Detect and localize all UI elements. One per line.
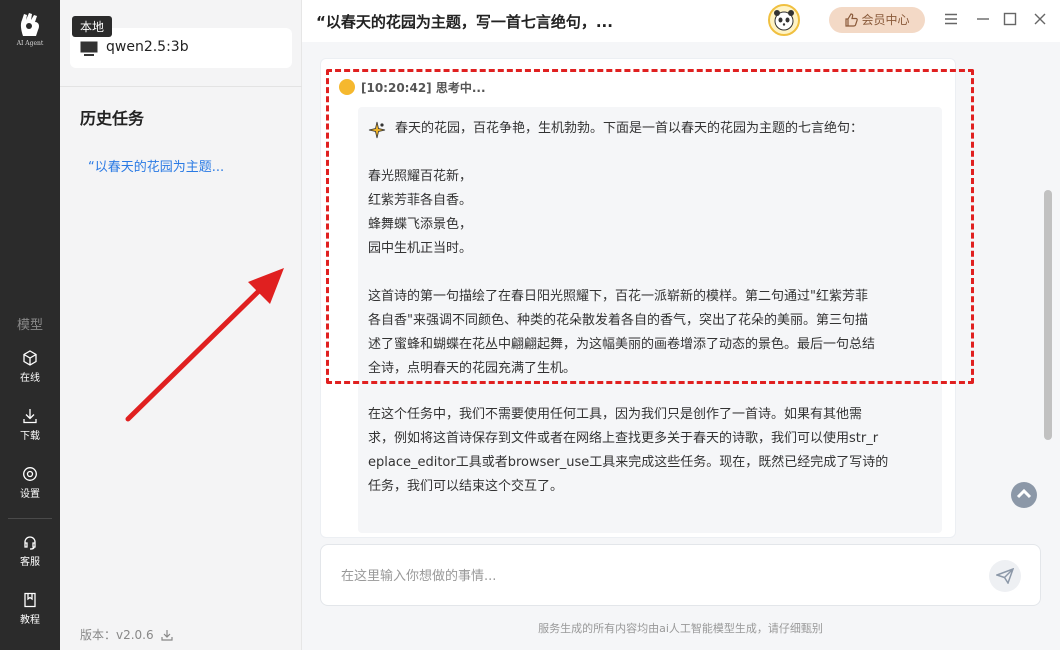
rail-divider xyxy=(8,518,52,519)
status-line: [10:20:42] 思考中... xyxy=(339,79,486,96)
followup-line: 求，例如将这首诗保存到文件或者在网络上查找更多关于春天的诗歌，我们可以使用str… xyxy=(368,431,879,446)
thinking-emoji-icon xyxy=(339,79,355,95)
maximize-icon[interactable] xyxy=(1002,11,1018,27)
minimize-icon[interactable] xyxy=(975,11,991,27)
nav-online[interactable]: 在线 xyxy=(0,350,60,384)
model-name: qwen2.5:3b xyxy=(106,39,189,55)
assistant-message: 春天的花园，百花争艳，生机勃勃。下面是一首以春天的花园为主题的七言绝句： 春光照… xyxy=(358,107,942,533)
nav-settings-label: 设置 xyxy=(20,489,40,500)
explanation-line: 这首诗的第一句描绘了在春日阳光照耀下，百花一派崭新的模样。第二句通过"红紫芳菲 xyxy=(368,289,868,304)
monitor-icon xyxy=(80,41,98,56)
close-icon[interactable] xyxy=(1032,11,1048,27)
history-title: 历史任务 xyxy=(80,109,145,128)
explanation-line: 各自香"来强调不同颜色、种类的花朵散发着各自的香气，突出了花朵的美丽。第三句描 xyxy=(368,313,868,328)
explanation-line: 述了蜜蜂和蝴蝶在花丛中翩翩起舞，为这幅美丽的画卷增添了动态的景色。最后一句总结 xyxy=(368,337,876,352)
models-section-title: 模型 xyxy=(16,318,43,333)
chat-title: “以春天的花园为主题，写一首七言绝句，... xyxy=(316,13,613,31)
message-input-box xyxy=(320,544,1041,606)
nav-support[interactable]: 客服 xyxy=(0,534,60,568)
menu-icon[interactable] xyxy=(943,11,959,27)
nav-download[interactable]: 下载 xyxy=(0,408,60,442)
logo-text: AI Agent xyxy=(16,40,44,47)
chat-panel: [10:20:42] 思考中... 春天的花园，百花争艳，生机勃勃。下面是一首以… xyxy=(320,58,956,538)
app-logo: AI Agent xyxy=(10,10,50,54)
nav-support-label: 客服 xyxy=(20,557,40,568)
header: “以春天的花园为主题，写一首七言绝句，... 会员中心 xyxy=(302,0,1060,42)
member-center-button[interactable]: 会员中心 xyxy=(829,7,925,33)
headset-icon xyxy=(24,536,36,550)
send-icon xyxy=(996,568,1014,584)
poem-line: 红紫芳菲各自香。 xyxy=(368,193,473,208)
message-input[interactable] xyxy=(341,565,981,587)
followup-line: eplace_editor工具或者browser_use工具来完成这些任务。现在… xyxy=(368,455,889,470)
version-label: 版本：v2.0.6 xyxy=(80,628,154,642)
poem-line: 蜂舞蝶飞添景色， xyxy=(368,217,473,232)
local-tag: 本地 xyxy=(72,16,113,37)
download-icon xyxy=(23,409,37,424)
cube-icon xyxy=(23,350,37,366)
poem-line: 园中生机正当时。 xyxy=(368,241,473,256)
annotation-arrow-icon xyxy=(125,268,284,422)
sidebar-divider xyxy=(60,86,302,87)
avatar[interactable] xyxy=(768,4,800,36)
member-center-label: 会员中心 xyxy=(861,13,910,27)
version-info: 版本：v2.0.6 xyxy=(80,626,174,643)
sparkle-icon xyxy=(368,121,386,139)
nav-download-label: 下载 xyxy=(20,431,40,442)
nav-tutorial-label: 教程 xyxy=(20,615,40,626)
thumbs-up-icon xyxy=(845,13,859,27)
scroll-top-button[interactable] xyxy=(1011,482,1037,508)
followup-line: 在这个任务中，我们不需要使用任何工具，因为我们只是创作了一首诗。如果有其他需 xyxy=(368,407,863,422)
panda-avatar-icon xyxy=(774,10,794,31)
status-text: [10:20:42] 思考中... xyxy=(361,81,486,95)
download-update-icon[interactable] xyxy=(161,629,174,641)
explanation-line: 全诗，点明春天的花园充满了生机。 xyxy=(368,361,577,376)
history-item[interactable]: “以春天的花园为主题... xyxy=(88,156,224,175)
nav-tutorial[interactable]: 教程 xyxy=(0,592,60,626)
send-button[interactable] xyxy=(989,560,1021,592)
intro-text: 春天的花园，百花争艳，生机勃勃。下面是一首以春天的花园为主题的七言绝句： xyxy=(395,121,864,136)
nav-settings[interactable]: 设置 xyxy=(0,466,60,500)
left-rail: AI Agent 模型 在线 下载 设置 客服 教程 xyxy=(0,0,60,650)
scrollbar-thumb[interactable] xyxy=(1044,190,1052,440)
book-icon xyxy=(24,592,36,608)
poem-line: 春光照耀百花新， xyxy=(368,169,473,184)
nav-online-label: 在线 xyxy=(20,373,40,384)
chevron-up-icon xyxy=(1016,488,1032,499)
followup-line: 任务，我们可以结束这个交互了。 xyxy=(368,479,564,494)
logo-hand-icon xyxy=(20,13,39,36)
gear-icon xyxy=(23,467,37,481)
disclaimer-text: 服务生成的所有内容均由ai人工智能模型生成，请仔细甄别 xyxy=(538,622,823,635)
